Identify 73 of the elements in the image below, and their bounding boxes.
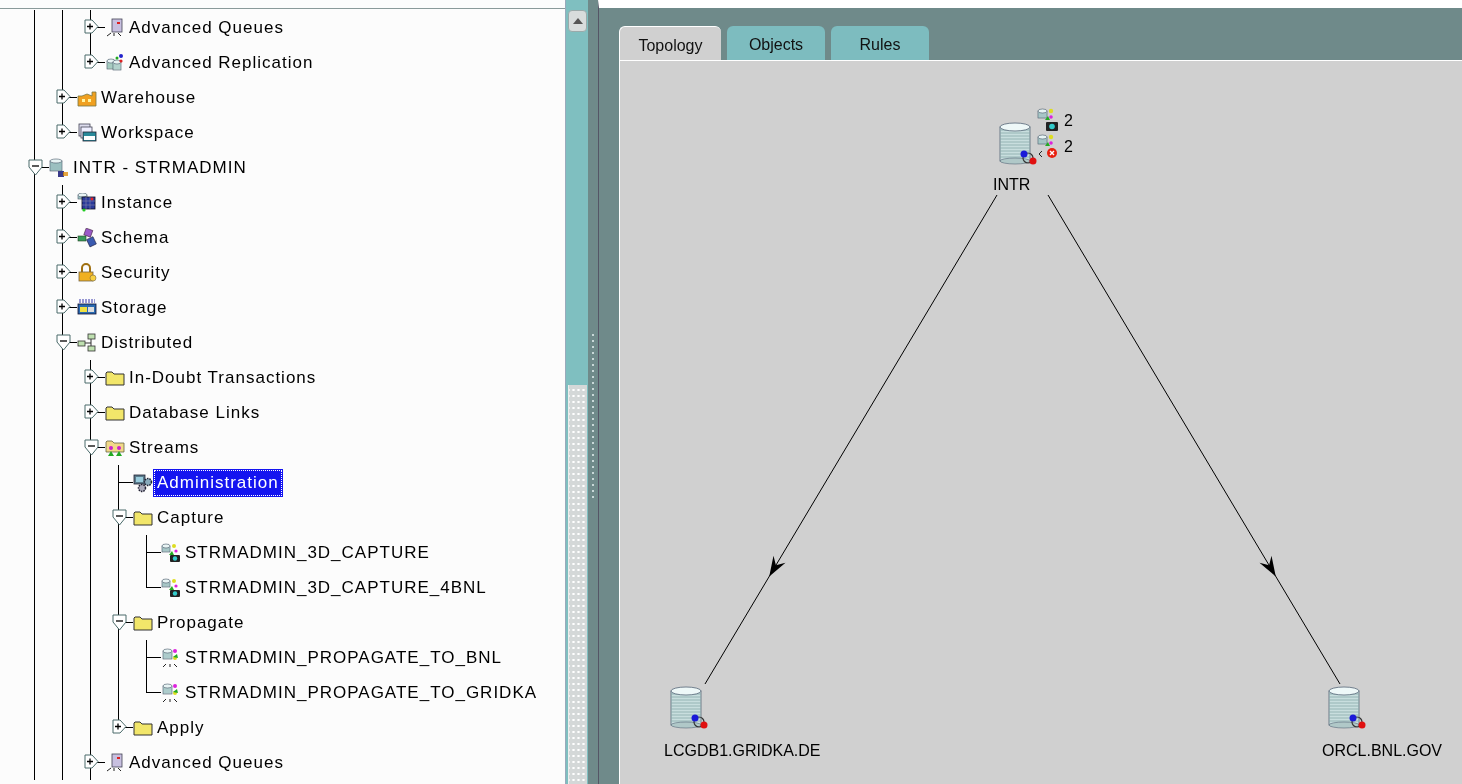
database-camera-icon [161, 577, 181, 598]
expand-icon[interactable] [55, 194, 71, 211]
objects-icon [77, 227, 97, 248]
database-arrows-icon [161, 682, 181, 703]
server-icon [77, 192, 97, 213]
expand-icon[interactable] [83, 54, 99, 71]
collapse-icon[interactable] [111, 509, 127, 526]
computer-gear-icon [133, 472, 153, 493]
tab[interactable]: Objects [727, 26, 825, 60]
tree-item[interactable]: Capture [154, 504, 228, 531]
tree-item[interactable]: Advanced Queues [126, 749, 287, 776]
tree-item[interactable]: Warehouse [98, 84, 200, 111]
scroll-up-button[interactable] [568, 10, 587, 32]
padlock-icon [77, 262, 97, 283]
tree-item[interactable]: INTR - STRMADMIN [70, 154, 250, 181]
tree-item[interactable]: STRMADMIN_3D_CAPTURE [182, 539, 433, 566]
database-icon [105, 52, 125, 73]
server-icon [105, 17, 125, 38]
storage-icon [77, 297, 97, 318]
scrollbar-track[interactable] [565, 0, 588, 784]
expand-icon[interactable] [55, 299, 71, 316]
tree-item[interactable]: Database Links [126, 399, 264, 426]
expand-icon[interactable] [111, 719, 127, 736]
database-arrows-icon [161, 647, 181, 668]
tree-item[interactable]: Workspace [98, 119, 198, 146]
scrollbar-thumb[interactable] [568, 385, 587, 784]
collapse-icon[interactable] [55, 334, 71, 351]
badge-count: 2 [1064, 138, 1073, 156]
database-camera-icon [161, 542, 181, 563]
expand-icon[interactable] [55, 264, 71, 281]
tree-item[interactable]: Propagate [154, 609, 248, 636]
expand-icon[interactable] [55, 89, 71, 106]
tab[interactable]: Topology [619, 26, 721, 60]
folder-people-icon [105, 437, 125, 458]
node-label: INTR [993, 176, 1031, 194]
node-label: LCGDB1.GRIDKA.DE [664, 742, 821, 760]
database-icon[interactable] [998, 122, 1038, 166]
tree-item[interactable]: STRMADMIN_PROPAGATE_TO_GRIDKA [182, 679, 541, 706]
expand-icon[interactable] [83, 754, 99, 771]
documents-icon [77, 122, 97, 143]
tree-item[interactable]: Storage [98, 294, 171, 321]
collapse-icon[interactable] [111, 614, 127, 631]
tree-item[interactable]: Instance [98, 189, 177, 216]
tree-item[interactable]: Distributed [98, 329, 197, 356]
tree-item[interactable]: Streams [126, 434, 203, 461]
tree-item[interactable]: Administration [154, 469, 282, 496]
expand-icon[interactable] [55, 229, 71, 246]
tree-item[interactable]: STRMADMIN_PROPAGATE_TO_BNL [182, 644, 505, 671]
collapse-icon[interactable] [27, 159, 43, 176]
up-arrow-icon [571, 17, 584, 25]
tab[interactable]: Rules [831, 26, 929, 60]
database-error-icon [1036, 134, 1060, 160]
splitter-handle[interactable] [588, 0, 598, 784]
database-icon[interactable] [1327, 686, 1367, 730]
database-camera-icon [1036, 108, 1060, 134]
server-icon [105, 752, 125, 773]
tree-item[interactable]: Schema [98, 224, 173, 251]
database-plug-icon [49, 157, 69, 178]
expand-icon[interactable] [83, 404, 99, 421]
tree-item[interactable]: Advanced Replication [126, 49, 317, 76]
node-label: ORCL.BNL.GOV [1322, 742, 1443, 760]
database-icon[interactable] [669, 686, 709, 730]
tree-item[interactable]: Apply [154, 714, 208, 741]
network-icon [77, 332, 97, 353]
tree-item[interactable]: STRMADMIN_3D_CAPTURE_4BNL [182, 574, 490, 601]
badge-count: 2 [1064, 112, 1073, 130]
tree-item[interactable]: Advanced Queues [126, 14, 287, 41]
tree-item[interactable]: In-Doubt Transactions [126, 364, 320, 391]
expand-icon[interactable] [83, 19, 99, 36]
tree-item[interactable]: Security [98, 259, 174, 286]
expand-icon[interactable] [55, 124, 71, 141]
expand-icon[interactable] [83, 369, 99, 386]
collapse-icon[interactable] [83, 439, 99, 456]
